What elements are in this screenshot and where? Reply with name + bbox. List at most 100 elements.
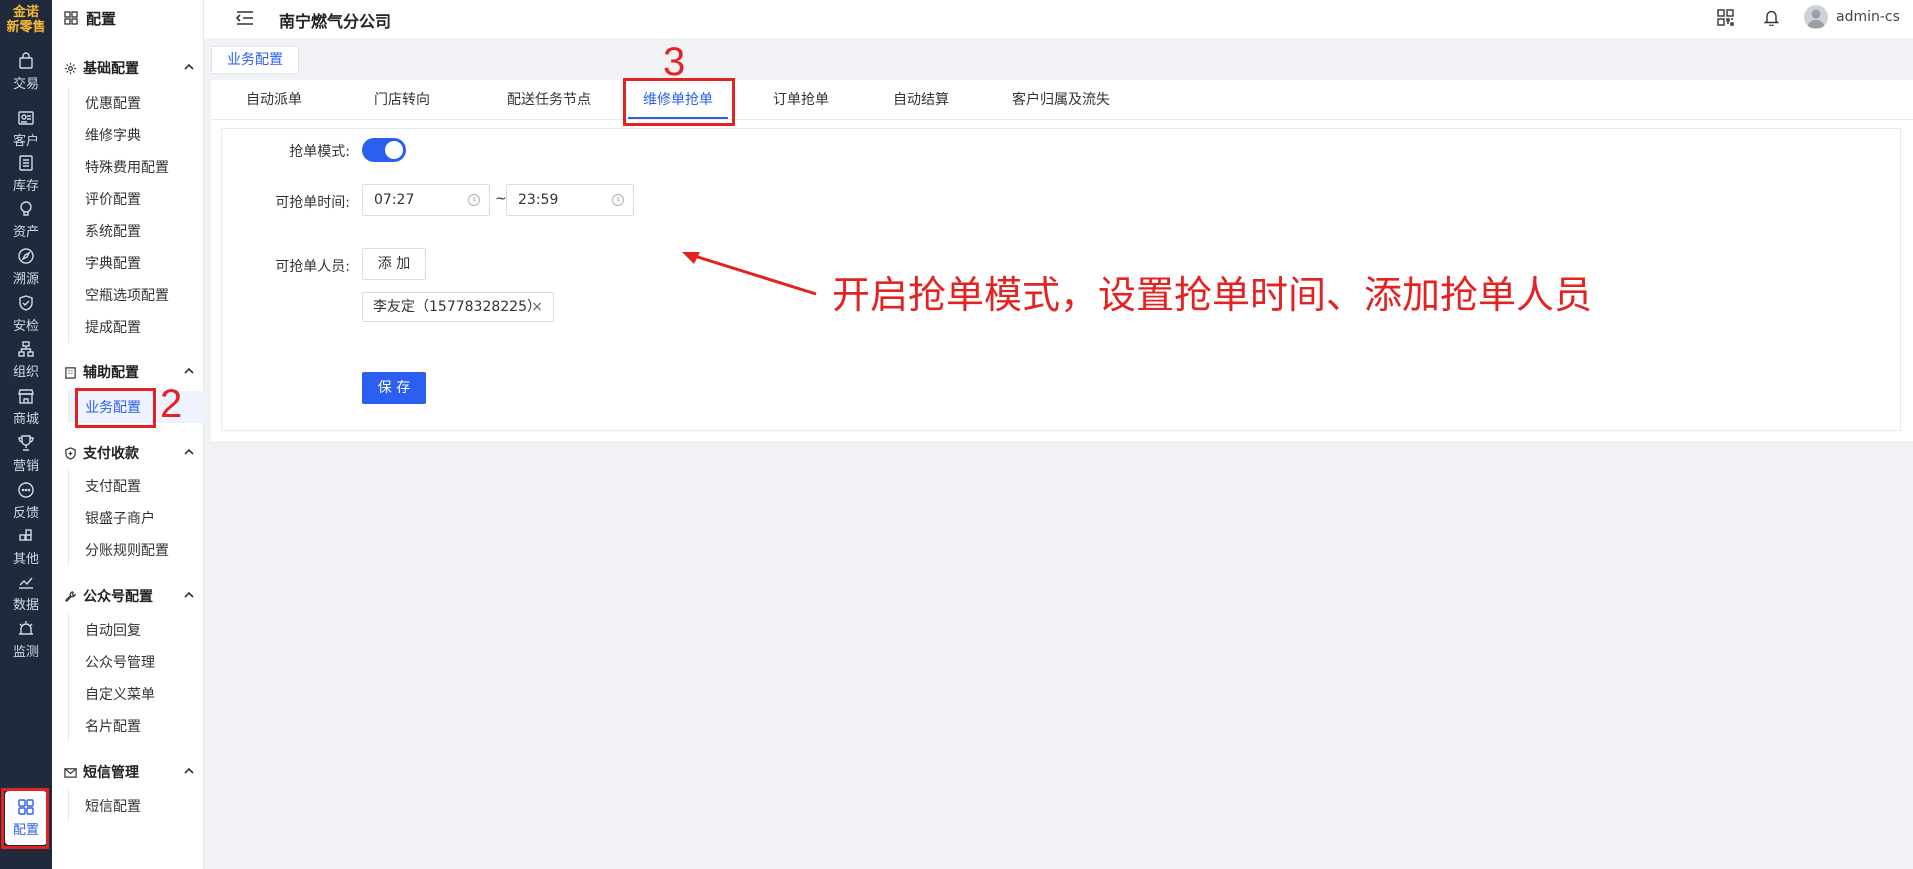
sidebar-item-auto-reply[interactable]: 自动回复 xyxy=(68,614,204,646)
chevron-up-icon xyxy=(184,367,194,374)
shield-check-icon xyxy=(19,294,33,311)
gear-icon xyxy=(64,62,77,74)
bulb-icon xyxy=(20,200,32,216)
menu-fold-icon[interactable] xyxy=(236,10,254,26)
end-time-value: 23:59 xyxy=(518,192,559,208)
rail-label: 监测 xyxy=(12,644,39,660)
content-card: 自动派单 门店转向 配送任务节点 维修单抢单 订单抢单 自动结算 客户归属及流失… xyxy=(211,80,1913,441)
group-sms[interactable]: 短信管理 xyxy=(52,758,204,786)
sidebar-title-text: 配置 xyxy=(86,9,117,28)
sidebar-item-repair-dict[interactable]: 维修字典 xyxy=(68,119,204,151)
sidebar-item-commission[interactable]: 提成配置 xyxy=(68,311,204,343)
add-staff-button[interactable]: 添 加 xyxy=(362,248,426,280)
sidebar-item-payment-config[interactable]: 支付配置 xyxy=(68,470,204,502)
id-card-icon xyxy=(18,110,34,125)
user-icon xyxy=(1807,9,1825,28)
trophy-icon xyxy=(18,434,34,451)
tab-store-transfer[interactable]: 门店转向 xyxy=(367,80,437,120)
avatar[interactable] xyxy=(1804,5,1828,29)
rail-label: 营销 xyxy=(12,458,39,474)
mode-label: 抢单模式: xyxy=(289,144,350,160)
grid-icon xyxy=(64,11,78,25)
bell-icon[interactable] xyxy=(1764,9,1779,26)
clock-icon xyxy=(611,193,625,207)
tab-auto-settle[interactable]: 自动结算 xyxy=(886,80,956,120)
sidebar-item-empty-bottle[interactable]: 空瓶选项配置 xyxy=(68,279,204,311)
username[interactable]: admin-cs xyxy=(1836,9,1900,25)
rail-label: 组织 xyxy=(12,364,39,380)
end-time-input[interactable]: 23:59 xyxy=(506,184,634,216)
group-label: 支付收款 xyxy=(83,446,139,462)
group-wechat[interactable]: 公众号配置 xyxy=(52,582,204,610)
tab-auto-dispatch[interactable]: 自动派单 xyxy=(239,80,309,120)
annotation-number-2: 2 xyxy=(160,382,183,426)
annotation-box-1 xyxy=(1,788,49,849)
sidebar-item-card[interactable]: 名片配置 xyxy=(68,710,204,742)
time-label: 可抢单时间: xyxy=(275,195,350,211)
sidebar-item-system[interactable]: 系统配置 xyxy=(68,215,204,247)
time-separator: ~ xyxy=(495,191,507,207)
sidebar-item-split-rules[interactable]: 分账规则配置 xyxy=(68,534,204,566)
annotation-arrow xyxy=(682,252,817,296)
tab-bar: 自动派单 门店转向 配送任务节点 维修单抢单 订单抢单 自动结算 客户归属及流失 xyxy=(211,80,1913,120)
store-icon xyxy=(18,388,34,404)
config-sidebar: 配置 基础配置 优惠配置 维修字典 特殊费用配置 评价配置 系统配置 字典配置 … xyxy=(52,0,204,869)
logo-line1: 金诺 xyxy=(12,5,39,20)
group-basic-config[interactable]: 基础配置 xyxy=(52,54,204,82)
bag-icon xyxy=(19,51,33,69)
rail-item-trade[interactable]: 交易 xyxy=(0,43,52,100)
sidebar-item-custom-menu[interactable]: 自定义菜单 xyxy=(68,678,204,710)
start-time-value: 07:27 xyxy=(374,192,415,208)
sidebar-item-dictionary[interactable]: 字典配置 xyxy=(68,247,204,279)
group-label: 基础配置 xyxy=(83,61,139,77)
rail-label: 资产 xyxy=(12,224,39,240)
staff-label: 可抢单人员: xyxy=(275,259,350,275)
tab-customer-ownership[interactable]: 客户归属及流失 xyxy=(1001,80,1121,120)
icon-rail: 金诺 新零售 交易 客户 库存 资产 溯源 安检 组织 商城 营销 反馈 其他 … xyxy=(0,0,52,869)
group-label: 短信管理 xyxy=(83,765,139,781)
tab-delivery-nodes[interactable]: 配送任务节点 xyxy=(490,80,608,120)
sidebar-item-rating[interactable]: 评价配置 xyxy=(68,183,204,215)
tab-order-grab[interactable]: 订单抢单 xyxy=(766,80,836,120)
compass-icon xyxy=(18,247,34,264)
chart-icon xyxy=(19,577,33,589)
wrench-icon xyxy=(65,590,77,602)
close-icon[interactable]: × xyxy=(531,293,543,321)
org-icon xyxy=(18,340,34,357)
save-button[interactable]: 保 存 xyxy=(362,372,426,404)
sidebar-item-account-manage[interactable]: 公众号管理 xyxy=(68,646,204,678)
sidebar-item-sms-config[interactable]: 短信配置 xyxy=(68,790,204,822)
company-name: 南宁燃气分公司 xyxy=(279,12,392,31)
staff-chip: 李友定（15778328225） × xyxy=(362,292,554,322)
rail-label: 溯源 xyxy=(12,271,39,287)
logo: 金诺 新零售 xyxy=(0,0,52,40)
annotation-number-3: 3 xyxy=(663,40,686,84)
apps-icon xyxy=(19,528,32,541)
qrcode-icon[interactable] xyxy=(1717,9,1734,26)
group-label: 辅助配置 xyxy=(83,365,139,381)
rail-label: 数据 xyxy=(12,597,39,613)
building-icon xyxy=(65,366,76,379)
alarm-icon xyxy=(19,620,33,635)
start-time-input[interactable]: 07:27 xyxy=(362,184,490,216)
group-payment[interactable]: 支付收款 xyxy=(52,439,204,467)
chevron-up-icon xyxy=(184,591,194,598)
chat-icon xyxy=(18,481,34,498)
sidebar-item-discount[interactable]: 优惠配置 xyxy=(68,87,204,119)
sidebar-item-ys-merchant[interactable]: 银盛子商户 xyxy=(68,502,204,534)
top-header: 南宁燃气分公司 admin-cs xyxy=(204,0,1913,38)
shield-icon xyxy=(65,446,76,460)
rail-label: 交易 xyxy=(12,76,39,92)
rail-item-monitor[interactable]: 监测 xyxy=(0,611,52,668)
annotation-box-3 xyxy=(623,78,735,126)
grab-mode-switch[interactable] xyxy=(362,138,406,162)
list-icon xyxy=(19,154,33,171)
chevron-up-icon xyxy=(184,767,194,774)
tag-business-config[interactable]: 业务配置 xyxy=(211,46,299,74)
rail-label: 商城 xyxy=(12,411,39,427)
logo-line2: 新零售 xyxy=(6,20,46,35)
sidebar-item-special-fee[interactable]: 特殊费用配置 xyxy=(68,151,204,183)
sidebar-title: 配置 xyxy=(52,0,203,36)
mail-icon xyxy=(64,767,77,778)
clock-icon xyxy=(467,193,481,207)
